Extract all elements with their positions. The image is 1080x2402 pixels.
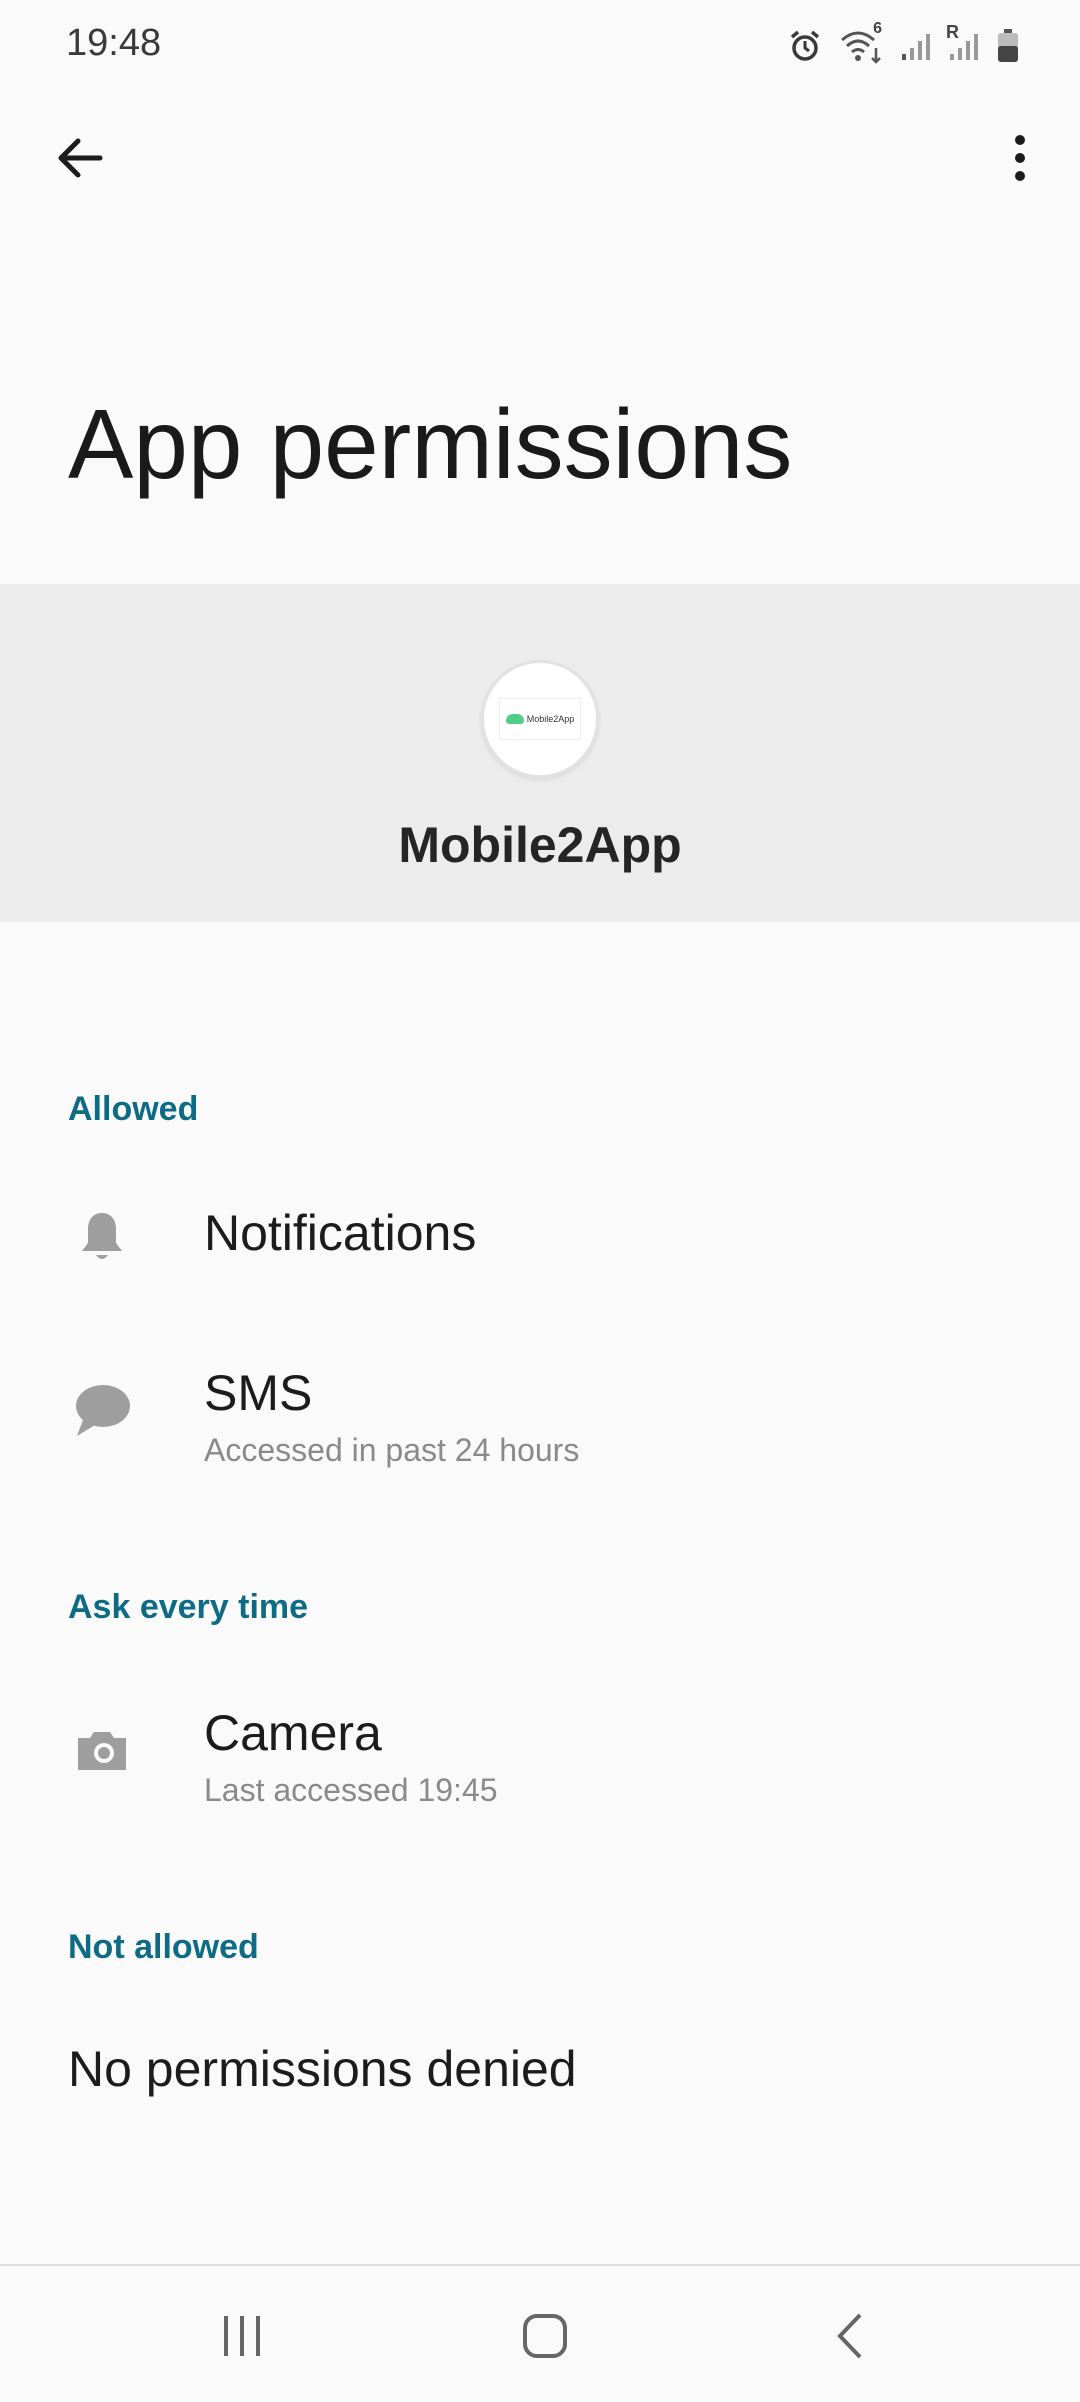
signal-icon bbox=[900, 30, 932, 62]
navigation-bar bbox=[0, 2264, 1080, 2402]
status-icons: 6 R bbox=[788, 20, 1020, 66]
home-icon bbox=[523, 2314, 567, 2358]
message-icon bbox=[72, 1380, 132, 1440]
permission-notifications[interactable]: Notifications bbox=[0, 1180, 1080, 1290]
permission-subtitle: Accessed in past 24 hours bbox=[204, 1432, 580, 1468]
camera-icon bbox=[72, 1720, 132, 1780]
wifi-badge: 6 bbox=[873, 20, 882, 37]
section-label-ask-every-time: Ask every time bbox=[68, 1588, 309, 1626]
bell-icon bbox=[72, 1206, 132, 1266]
app-bar bbox=[0, 100, 1080, 210]
permission-sms[interactable]: SMS Accessed in past 24 hours bbox=[0, 1340, 1080, 1490]
back-chevron-icon bbox=[837, 2313, 862, 2359]
battery-icon bbox=[996, 28, 1020, 64]
recents-icon bbox=[224, 2316, 260, 2356]
app-logo-mark bbox=[505, 714, 524, 724]
back-button[interactable] bbox=[40, 118, 120, 198]
roaming-badge: R bbox=[946, 22, 959, 42]
roaming-signal-icon: R bbox=[946, 22, 980, 62]
recents-button[interactable] bbox=[192, 2296, 292, 2376]
permission-title: Notifications bbox=[204, 1205, 477, 1261]
app-name: Mobile2App bbox=[398, 817, 682, 873]
permission-camera[interactable]: Camera Last accessed 19:45 bbox=[0, 1680, 1080, 1830]
no-permissions-denied-text: No permissions denied bbox=[68, 2041, 577, 2097]
nav-back-button[interactable] bbox=[800, 2296, 900, 2376]
permission-subtitle: Last accessed 19:45 bbox=[204, 1772, 498, 1808]
home-button[interactable] bbox=[495, 2296, 595, 2376]
permission-title: SMS bbox=[204, 1365, 313, 1421]
app-logo-text: Mobile2App bbox=[526, 714, 575, 724]
section-label-allowed: Allowed bbox=[68, 1090, 199, 1128]
page-title: App permissions bbox=[68, 389, 793, 499]
more-options-button[interactable] bbox=[980, 118, 1060, 198]
more-vertical-icon bbox=[1015, 135, 1025, 181]
arrow-left-icon bbox=[58, 138, 103, 178]
app-header: Mobile2App Mobile2App bbox=[0, 584, 1080, 922]
app-logo: Mobile2App bbox=[499, 698, 581, 740]
section-label-not-allowed: Not allowed bbox=[68, 1928, 259, 1966]
alarm-icon bbox=[788, 29, 822, 63]
status-time: 19:48 bbox=[66, 22, 162, 64]
status-bar: 19:48 6 R bbox=[0, 0, 1080, 90]
wifi-icon: 6 bbox=[838, 20, 884, 64]
permission-title: Camera bbox=[204, 1705, 382, 1761]
app-icon: Mobile2App bbox=[481, 660, 599, 778]
